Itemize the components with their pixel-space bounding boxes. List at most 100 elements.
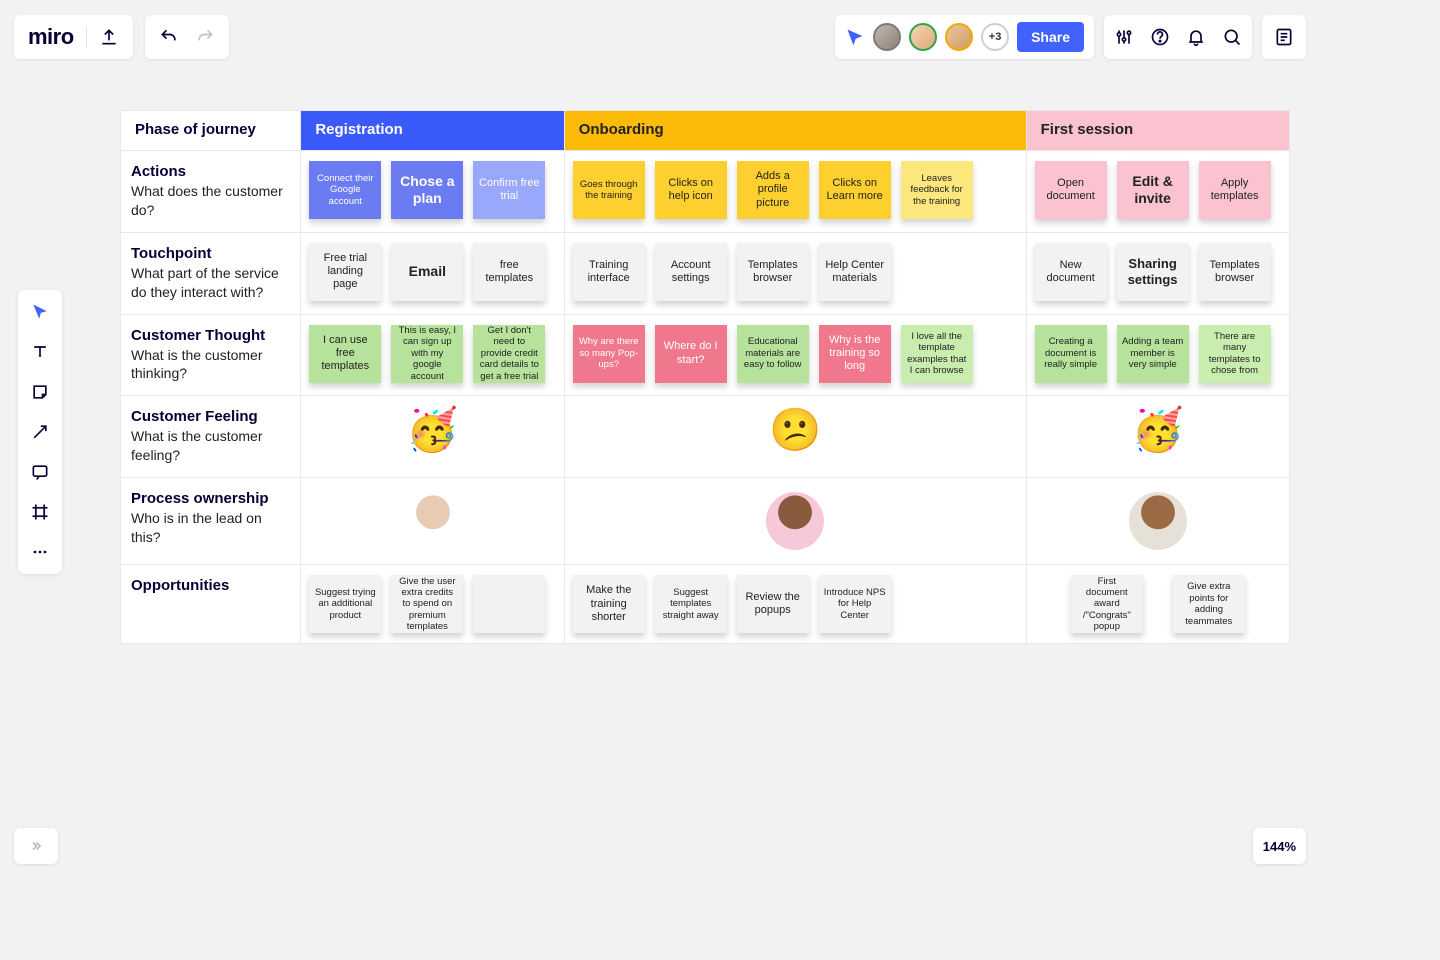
sticky-note[interactable]: Adding a team member is very simple <box>1117 325 1189 383</box>
sticky-note[interactable]: Give extra points for adding teammates <box>1173 575 1245 633</box>
sticky-note[interactable]: Confirm free trial <box>473 161 545 219</box>
select-icon[interactable] <box>28 300 52 324</box>
row-title: Process ownership <box>131 490 290 507</box>
owner-avatar[interactable] <box>766 492 824 550</box>
feeling-emoji[interactable]: 🥳 <box>301 396 564 478</box>
sticky-note[interactable]: Educational materials are easy to follow <box>737 325 809 383</box>
share-button[interactable]: Share <box>1017 22 1084 52</box>
app-logo[interactable]: miro <box>28 24 74 50</box>
search-icon[interactable] <box>1222 27 1242 47</box>
phase-first-session[interactable]: First session <box>1026 111 1289 151</box>
sticky-note[interactable]: First document award /"Congrats" popup <box>1071 575 1143 633</box>
feeling-emoji[interactable]: 🥳 <box>1026 396 1289 478</box>
phase-label: Phase of journey <box>121 111 301 151</box>
row-ownership-label: Process ownership Who is in the lead on … <box>121 478 301 565</box>
sticky-note[interactable]: Open document <box>1035 161 1107 219</box>
row-opportunities-label: Opportunities <box>121 565 301 644</box>
row-actions-label: Actions What does the customer do? <box>121 151 301 233</box>
row-subtitle: What is the customer thinking? <box>131 346 290 384</box>
sticky-note[interactable]: Where do I start? <box>655 325 727 383</box>
sticky-note[interactable]: Introduce NPS for Help Center <box>819 575 891 633</box>
sticky-note[interactable]: Edit & invite <box>1117 161 1189 219</box>
row-title: Customer Feeling <box>131 408 290 425</box>
sticky-note-icon[interactable] <box>28 380 52 404</box>
divider <box>86 26 87 48</box>
row-title: Touchpoint <box>131 245 290 262</box>
top-right-cluster: +3 Share <box>835 15 1306 59</box>
expand-panel-icon[interactable] <box>14 828 58 864</box>
export-icon[interactable] <box>99 27 119 47</box>
sticky-note[interactable]: Clicks on help icon <box>655 161 727 219</box>
row-title: Opportunities <box>131 577 290 594</box>
zoom-level[interactable]: 144% <box>1253 828 1306 864</box>
sticky-note[interactable]: Creating a document is really simple <box>1035 325 1107 383</box>
sticky-note[interactable]: Account settings <box>655 243 727 301</box>
notes-icon[interactable] <box>1262 15 1306 59</box>
sticky-note[interactable]: Make the training shorter <box>573 575 645 633</box>
sticky-note[interactable]: Sharing settings <box>1117 243 1189 301</box>
row-subtitle: What part of the service do they interac… <box>131 264 290 302</box>
logo-cluster: miro <box>14 15 133 59</box>
undo-icon[interactable] <box>159 27 179 47</box>
row-subtitle: What does the customer do? <box>131 182 290 220</box>
more-tools-icon[interactable] <box>28 540 52 564</box>
sticky-note[interactable]: Goes through the training <box>573 161 645 219</box>
sticky-note[interactable]: I love all the template examples that I … <box>901 325 973 383</box>
sticky-note[interactable]: Chose a plan <box>391 161 463 219</box>
avatar-overflow[interactable]: +3 <box>981 23 1009 51</box>
sticky-note[interactable]: I can use free templates <box>309 325 381 383</box>
sticky-note[interactable]: Give the user extra credits to spend on … <box>391 575 463 633</box>
utility-cluster <box>1104 15 1252 59</box>
sticky-note[interactable]: Clicks on Learn more <box>819 161 891 219</box>
journey-map[interactable]: Phase of journey Registration Onboarding… <box>120 110 1290 644</box>
feeling-emoji[interactable]: 😕 <box>564 396 1026 478</box>
presentation-icon[interactable] <box>845 27 865 47</box>
sticky-note[interactable]: Suggest templates straight away <box>655 575 727 633</box>
sticky-note[interactable]: free templates <box>473 243 545 301</box>
sticky-note[interactable]: Connect their Google account <box>309 161 381 219</box>
text-icon[interactable] <box>28 340 52 364</box>
sticky-note[interactable]: Review the popups <box>737 575 809 633</box>
sticky-note[interactable]: Why is the training so long <box>819 325 891 383</box>
frame-icon[interactable] <box>28 500 52 524</box>
row-subtitle: What is the customer feeling? <box>131 427 290 465</box>
sticky-note[interactable]: Training interface <box>573 243 645 301</box>
row-subtitle: Who is in the lead on this? <box>131 509 290 547</box>
sticky-note[interactable]: Free trial landing page <box>309 243 381 301</box>
avatar[interactable] <box>909 23 937 51</box>
top-toolbar: miro +3 Share <box>14 14 1306 60</box>
sticky-note[interactable]: Apply templates <box>1199 161 1271 219</box>
left-toolbar <box>18 290 62 574</box>
owner-avatar[interactable] <box>1129 492 1187 550</box>
bell-icon[interactable] <box>1186 27 1206 47</box>
avatar[interactable] <box>873 23 901 51</box>
sticky-note[interactable]: Why are there so many Pop-ups? <box>573 325 645 383</box>
arrow-icon[interactable] <box>28 420 52 444</box>
help-icon[interactable] <box>1150 27 1170 47</box>
owner-avatar[interactable] <box>404 492 462 550</box>
sticky-note[interactable]: Email <box>391 243 463 301</box>
sticky-note[interactable]: New document <box>1035 243 1107 301</box>
sticky-note[interactable]: Templates browser <box>1199 243 1271 301</box>
settings-icon[interactable] <box>1114 27 1134 47</box>
sticky-note[interactable]: This is easy, I can sign up with my goog… <box>391 325 463 383</box>
avatar[interactable] <box>945 23 973 51</box>
sticky-note[interactable]: Leaves feedback for the training <box>901 161 973 219</box>
sticky-note[interactable]: Templates browser <box>737 243 809 301</box>
row-thought-label: Customer Thought What is the customer th… <box>121 314 301 396</box>
redo-icon[interactable] <box>195 27 215 47</box>
row-title: Customer Thought <box>131 327 290 344</box>
sticky-note[interactable] <box>473 575 545 633</box>
presence-cluster: +3 Share <box>835 15 1094 59</box>
comment-icon[interactable] <box>28 460 52 484</box>
row-feeling-label: Customer Feeling What is the customer fe… <box>121 396 301 478</box>
row-touchpoint-label: Touchpoint What part of the service do t… <box>121 232 301 314</box>
phase-registration[interactable]: Registration <box>301 111 564 151</box>
sticky-note[interactable]: Help Center materials <box>819 243 891 301</box>
sticky-note[interactable]: There are many templates to chose from <box>1199 325 1271 383</box>
history-cluster <box>145 15 229 59</box>
sticky-note[interactable]: Suggest trying an additional product <box>309 575 381 633</box>
sticky-note[interactable]: Get I don't need to provide credit card … <box>473 325 545 383</box>
phase-onboarding[interactable]: Onboarding <box>564 111 1026 151</box>
sticky-note[interactable]: Adds a profile picture <box>737 161 809 219</box>
